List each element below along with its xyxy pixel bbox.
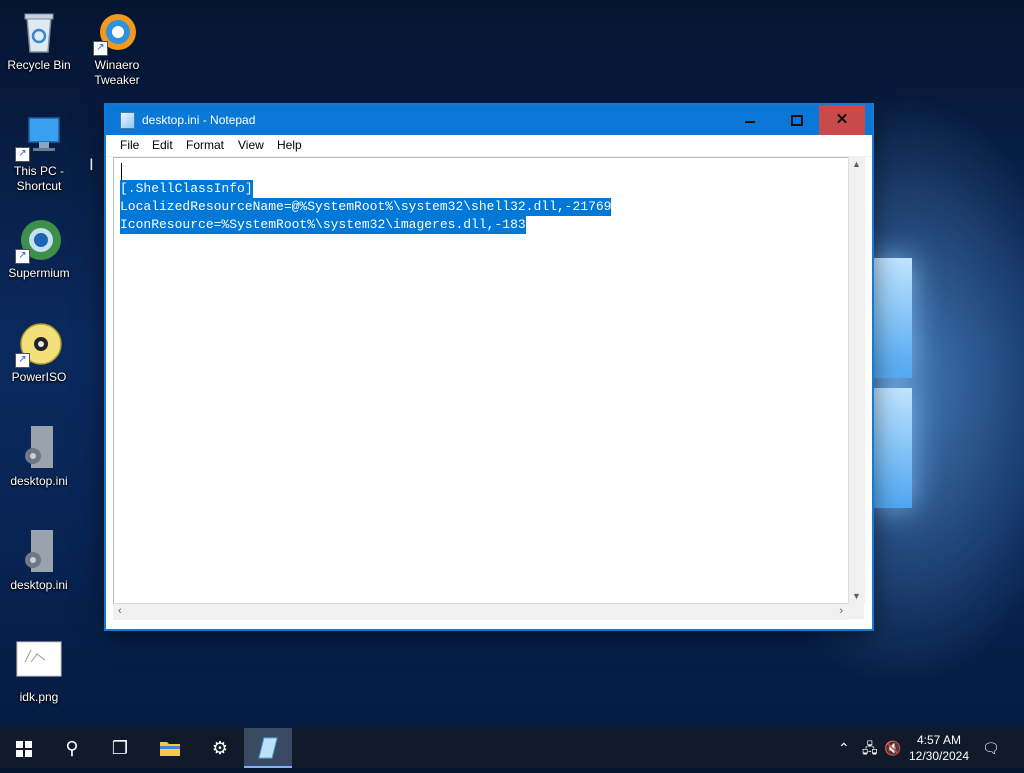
- scroll-left-icon[interactable]: ‹: [118, 605, 122, 617]
- notepad-app-icon: [120, 112, 135, 129]
- clock-time: 4:57 AM: [916, 733, 962, 747]
- scroll-right-icon[interactable]: ›: [839, 605, 843, 617]
- menu-bar: File Edit Format View Help: [106, 135, 872, 157]
- show-hidden-icons-button[interactable]: ⌃: [838, 728, 850, 768]
- recycle-bin-icon: [15, 8, 63, 56]
- notepad-icon: [258, 737, 278, 759]
- volume-muted-icon: 🔇: [884, 740, 902, 756]
- notification-icon: 🗨: [982, 740, 1000, 756]
- desktop-icon-label: desktop.ini: [10, 474, 68, 488]
- minimize-button[interactable]: [727, 105, 773, 135]
- desktop-icon-idk-png[interactable]: idk.png: [1, 640, 77, 705]
- start-button[interactable]: [0, 728, 48, 768]
- desktop-icon-winaero-tweaker[interactable]: ↗ Winaero Tweaker: [79, 8, 155, 88]
- shortcut-arrow-icon: ↗: [15, 147, 30, 162]
- supermium-browser-icon: ↗: [15, 216, 63, 264]
- action-center-button[interactable]: 🗨: [982, 728, 1002, 768]
- desktop-icon-desktop-ini-1[interactable]: desktop.ini: [1, 424, 77, 489]
- desktop-icon-this-pc[interactable]: ↗ This PC - Shortcut: [1, 114, 77, 194]
- desktop-icon-supermium[interactable]: ↗ Supermium: [1, 216, 77, 281]
- close-button[interactable]: ✕: [819, 105, 865, 135]
- close-icon: ✕: [835, 111, 849, 128]
- computer-icon: ↗: [15, 114, 63, 162]
- task-view-icon: ❐: [111, 738, 129, 758]
- menu-help[interactable]: Help: [277, 138, 302, 152]
- shortcut-arrow-icon: ↗: [93, 41, 108, 56]
- scroll-down-icon[interactable]: ▼: [852, 591, 861, 601]
- clock-date: 12/30/2024: [908, 749, 970, 763]
- desktop-icon-label: PowerISO: [11, 370, 67, 384]
- settings-file-icon: [15, 424, 63, 472]
- task-view-button[interactable]: ❐: [96, 728, 144, 768]
- desktop-icon-label: idk.png: [19, 690, 59, 704]
- image-file-icon: [15, 640, 63, 688]
- notepad-window[interactable]: desktop.ini - Notepad ✕ File Edit Format…: [105, 104, 873, 630]
- resize-grip[interactable]: [848, 603, 864, 619]
- network-button[interactable]: 🖧: [862, 728, 878, 768]
- maximize-button[interactable]: [773, 105, 819, 135]
- chevron-up-icon: ⌃: [838, 740, 850, 756]
- winaero-tweaker-icon: ↗: [93, 8, 141, 56]
- editor-line-3: IconResource=%SystemRoot%\system32\image…: [120, 216, 526, 234]
- text-editor-area[interactable]: [.ShellClassInfo] LocalizedResourceName=…: [113, 157, 850, 605]
- wallpaper-windows-logo: [872, 258, 912, 508]
- menu-file[interactable]: File: [120, 138, 139, 152]
- settings-file-icon: [15, 528, 63, 576]
- system-clock[interactable]: 4:57 AM 12/30/2024: [900, 732, 978, 764]
- menu-view[interactable]: View: [238, 138, 264, 152]
- menu-edit[interactable]: Edit: [152, 138, 173, 152]
- notepad-taskbar-button[interactable]: [244, 728, 292, 768]
- desktop-icon-label: Recycle Bin: [7, 58, 71, 72]
- taskbar: ⚲ ❐ ⚙ ⌃ 🖧 🔇 4:57 AM 12/30/2024 🗨: [0, 728, 1024, 768]
- text-caret: [121, 163, 122, 180]
- horizontal-scrollbar[interactable]: ‹ ›: [113, 603, 848, 620]
- desktop-icon-label: Winaero Tweaker: [94, 58, 140, 87]
- menu-format[interactable]: Format: [186, 138, 224, 152]
- desktop-icon-label: Supermium: [8, 266, 70, 280]
- editor-line-1: [.ShellClassInfo]: [120, 180, 253, 198]
- scroll-up-icon[interactable]: ▲: [852, 159, 861, 169]
- gear-icon: ⚙: [211, 738, 229, 758]
- mouse-cursor-ibeam-icon: Ι: [89, 155, 94, 174]
- network-icon: 🖧: [862, 740, 878, 756]
- minimize-icon: [745, 121, 755, 123]
- volume-button[interactable]: 🔇: [884, 728, 901, 768]
- desktop-icon-desktop-ini-2[interactable]: desktop.ini: [1, 528, 77, 593]
- maximize-icon: [791, 115, 803, 126]
- editor-line-2: LocalizedResourceName=@%SystemRoot%\syst…: [120, 198, 612, 216]
- shortcut-arrow-icon: ↗: [15, 353, 30, 368]
- search-button[interactable]: ⚲: [48, 728, 96, 768]
- desktop-icon-label: This PC - Shortcut: [13, 164, 64, 193]
- shortcut-arrow-icon: ↗: [15, 249, 30, 264]
- search-icon: ⚲: [65, 738, 79, 758]
- settings-button[interactable]: ⚙: [196, 728, 244, 768]
- windows-start-icon: [16, 741, 32, 757]
- desktop-icon-poweriso[interactable]: ↗ PowerISO: [1, 320, 77, 385]
- poweriso-disc-icon: ↗: [15, 320, 63, 368]
- window-title: desktop.ini - Notepad: [142, 113, 256, 127]
- file-explorer-button[interactable]: [146, 728, 194, 768]
- desktop-icon-label: desktop.ini: [10, 578, 68, 592]
- folder-icon: [160, 742, 180, 756]
- desktop-icon-recycle-bin[interactable]: Recycle Bin: [1, 8, 77, 73]
- vertical-scrollbar[interactable]: ▲ ▼: [848, 157, 865, 603]
- title-bar[interactable]: desktop.ini - Notepad ✕: [106, 105, 872, 135]
